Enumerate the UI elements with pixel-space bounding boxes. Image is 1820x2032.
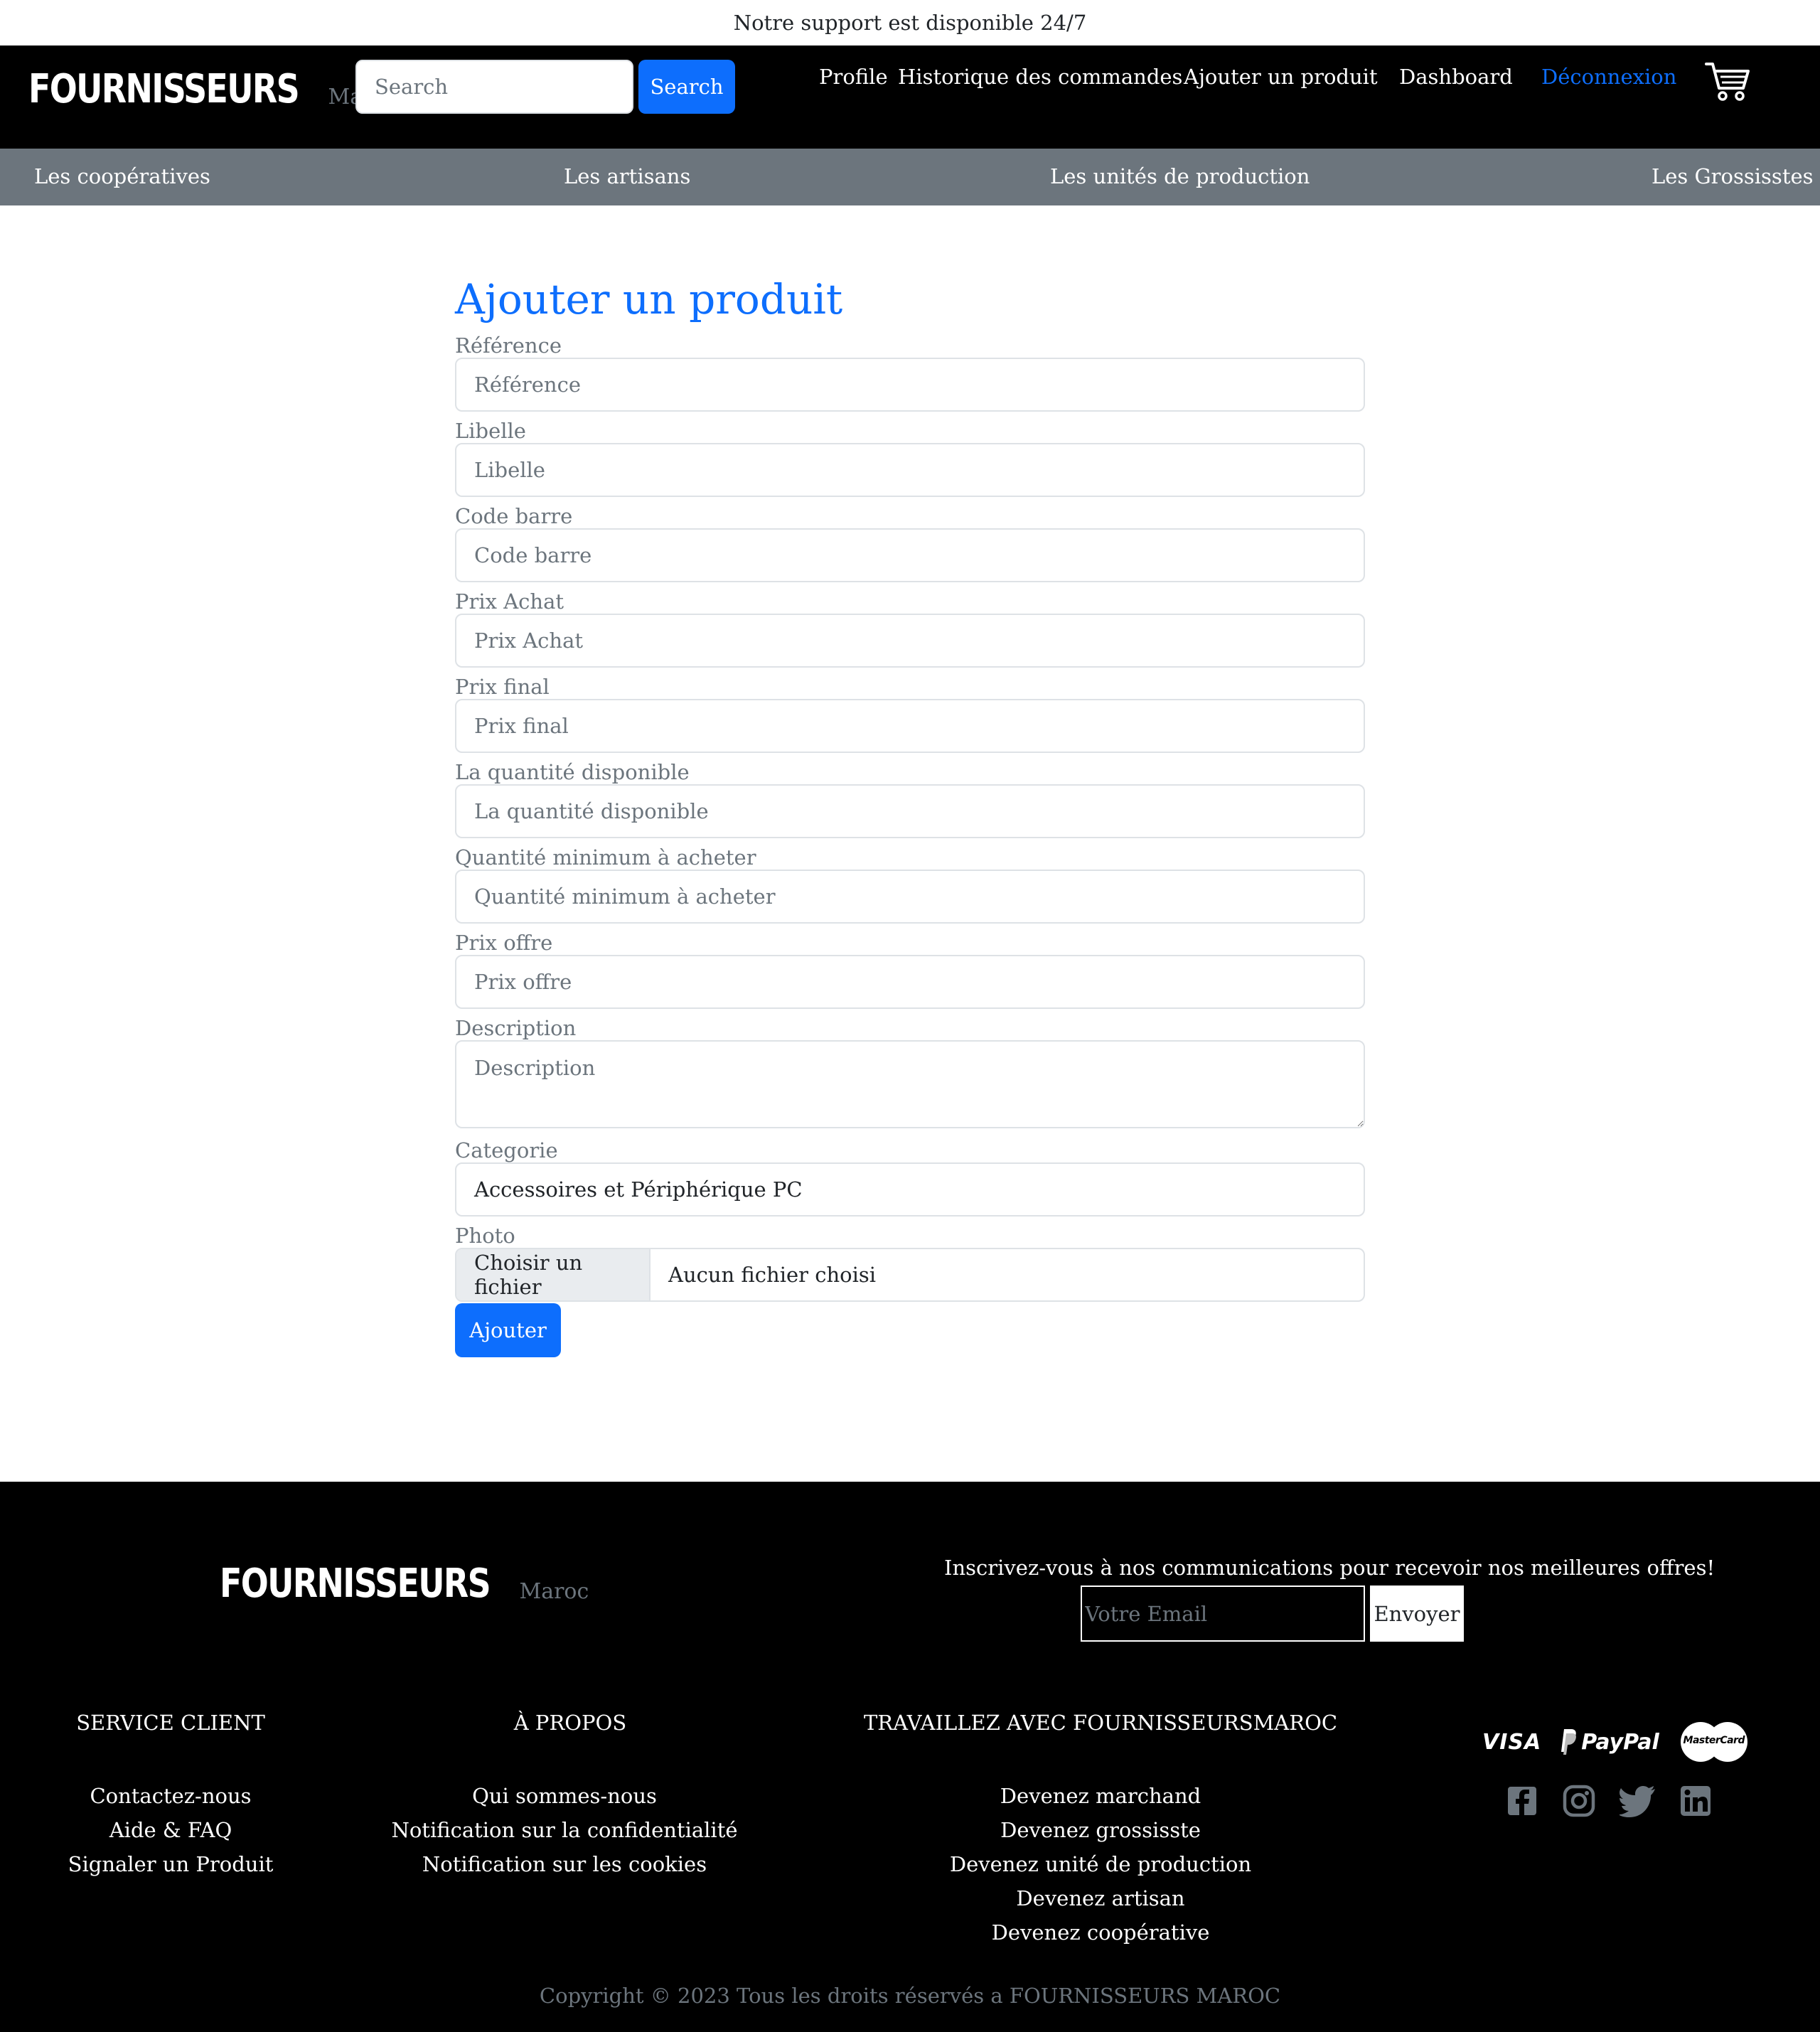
newsletter-send-button[interactable]: Envoyer xyxy=(1370,1586,1464,1642)
header: FOURNISSEURS Maroc Search Profile Histor… xyxy=(0,46,1820,149)
newsletter-email-input[interactable] xyxy=(1081,1586,1365,1642)
nav-add-product[interactable]: Ajouter un produit xyxy=(1184,65,1378,89)
min-quantity-input[interactable] xyxy=(455,869,1365,924)
footer-col-about: À PROPOS Qui sommes-nous Notification su… xyxy=(391,1711,748,1881)
footer-link-production-unit[interactable]: Devenez unité de production xyxy=(852,1847,1349,1881)
purchase-price-label: Prix Achat xyxy=(455,589,564,614)
mastercard-icon: MasterCard xyxy=(1680,1722,1747,1762)
site-logo[interactable]: FOURNISSEURS Maroc xyxy=(28,70,397,109)
footer-link-wholesaler[interactable]: Devenez grossisste xyxy=(852,1813,1349,1847)
photo-file-input[interactable]: Choisir un fichier Aucun fichier choisi xyxy=(455,1247,1365,1302)
footer-logo-main-text: FOURNISSEURS xyxy=(220,1561,491,1607)
facebook-icon[interactable] xyxy=(1506,1785,1538,1817)
paypal-label: PayPal xyxy=(1581,1729,1659,1755)
footer-link-artisan[interactable]: Devenez artisan xyxy=(852,1881,1349,1915)
support-text: Notre support est disponible 24/7 xyxy=(733,11,1087,35)
final-price-label: Prix final xyxy=(455,674,550,699)
subnav-wholesalers[interactable]: Les Grossisstes xyxy=(1652,164,1814,188)
nav-logout[interactable]: Déconnexion xyxy=(1541,65,1676,89)
logo-main-text: FOURNISSEURS xyxy=(28,66,300,112)
footer-link-cooperative[interactable]: Devenez coopérative xyxy=(852,1915,1349,1950)
description-label: Description xyxy=(455,1015,577,1040)
purchase-price-input[interactable] xyxy=(455,613,1365,668)
search-button[interactable]: Search xyxy=(638,60,735,114)
newsletter-text: Inscrivez-vous à nos communications pour… xyxy=(944,1556,1715,1580)
footer: FOURNISSEURS Maroc Inscrivez-vous à nos … xyxy=(0,1482,1820,2032)
footer-link-about-us[interactable]: Qui sommes-nous xyxy=(381,1779,748,1813)
nav-profile[interactable]: Profile xyxy=(819,65,888,89)
add-product-form: Ajouter un produit Référence Libelle Cod… xyxy=(455,270,1365,1357)
paypal-icon: PayPal xyxy=(1561,1728,1659,1756)
quantity-input[interactable] xyxy=(455,784,1365,838)
quantity-label: La quantité disponible xyxy=(455,759,690,784)
linkedin-icon[interactable] xyxy=(1679,1785,1712,1817)
min-quantity-label: Quantité minimum à acheter xyxy=(455,845,756,870)
subnav-cooperatives[interactable]: Les coopératives xyxy=(34,164,210,188)
reference-input[interactable] xyxy=(455,357,1365,412)
footer-heading-about: À PROPOS xyxy=(513,1711,627,1735)
libelle-label: Libelle xyxy=(455,418,526,443)
footer-link-faq[interactable]: Aide & FAQ xyxy=(57,1813,284,1847)
copyright-text: Copyright © 2023 Tous les droits réservé… xyxy=(539,1984,1281,2008)
offer-price-input[interactable] xyxy=(455,954,1365,1009)
category-nav: Les coopératives Les artisans Les unités… xyxy=(0,149,1820,205)
support-bar: Notre support est disponible 24/7 xyxy=(0,0,1820,46)
page-title: Ajouter un produit xyxy=(455,275,843,323)
nav-dashboard[interactable]: Dashboard xyxy=(1399,65,1513,89)
category-select[interactable]: Accessoires et Périphérique PC xyxy=(455,1162,1365,1216)
description-textarea[interactable] xyxy=(455,1039,1365,1128)
footer-link-cookies[interactable]: Notification sur les cookies xyxy=(381,1847,748,1881)
reference-label: Référence xyxy=(455,333,562,358)
payment-logos: VISA PayPal MasterCard xyxy=(1482,1722,1747,1762)
social-icons xyxy=(1506,1783,1712,1819)
category-selected-value: Accessoires et Périphérique PC xyxy=(474,1177,803,1202)
footer-link-privacy[interactable]: Notification sur la confidentialité xyxy=(381,1813,748,1847)
twitter-icon[interactable] xyxy=(1620,1785,1656,1817)
choose-file-button[interactable]: Choisir un fichier xyxy=(456,1248,651,1300)
nav-order-history[interactable]: Historique des commandes xyxy=(898,65,1182,89)
footer-link-report[interactable]: Signaler un Produit xyxy=(57,1847,284,1881)
footer-logo-sub-text: Maroc xyxy=(519,1579,589,1604)
libelle-input[interactable] xyxy=(455,442,1365,497)
footer-logo[interactable]: FOURNISSEURS Maroc xyxy=(220,1564,589,1604)
mastercard-label: MasterCard xyxy=(1683,1735,1745,1746)
offer-price-label: Prix offre xyxy=(455,930,553,955)
category-label: Categorie xyxy=(455,1138,558,1162)
subnav-production-units[interactable]: Les unités de production xyxy=(1050,164,1310,188)
instagram-icon[interactable] xyxy=(1561,1783,1597,1819)
add-button[interactable]: Ajouter xyxy=(455,1303,561,1357)
final-price-input[interactable] xyxy=(455,698,1365,753)
footer-heading-work: TRAVAILLEZ AVEC FOURNISSEURSMAROC xyxy=(863,1711,1338,1735)
footer-link-merchant[interactable]: Devenez marchand xyxy=(852,1779,1349,1813)
footer-col-work: TRAVAILLEZ AVEC FOURNISSEURSMAROC Devene… xyxy=(852,1711,1349,1950)
footer-col-service: SERVICE CLIENT Contactez-nous Aide & FAQ… xyxy=(57,1711,284,1881)
cart-icon[interactable] xyxy=(1705,61,1750,102)
barcode-input[interactable] xyxy=(455,528,1365,582)
search-input[interactable] xyxy=(355,60,633,114)
subnav-artisans[interactable]: Les artisans xyxy=(564,164,690,188)
footer-heading-service: SERVICE CLIENT xyxy=(76,1711,265,1735)
footer-link-contact[interactable]: Contactez-nous xyxy=(57,1779,284,1813)
barcode-label: Code barre xyxy=(455,503,573,528)
visa-icon: VISA xyxy=(1482,1729,1542,1755)
photo-label: Photo xyxy=(455,1223,515,1248)
file-status-text: Aucun fichier choisi xyxy=(668,1262,877,1287)
